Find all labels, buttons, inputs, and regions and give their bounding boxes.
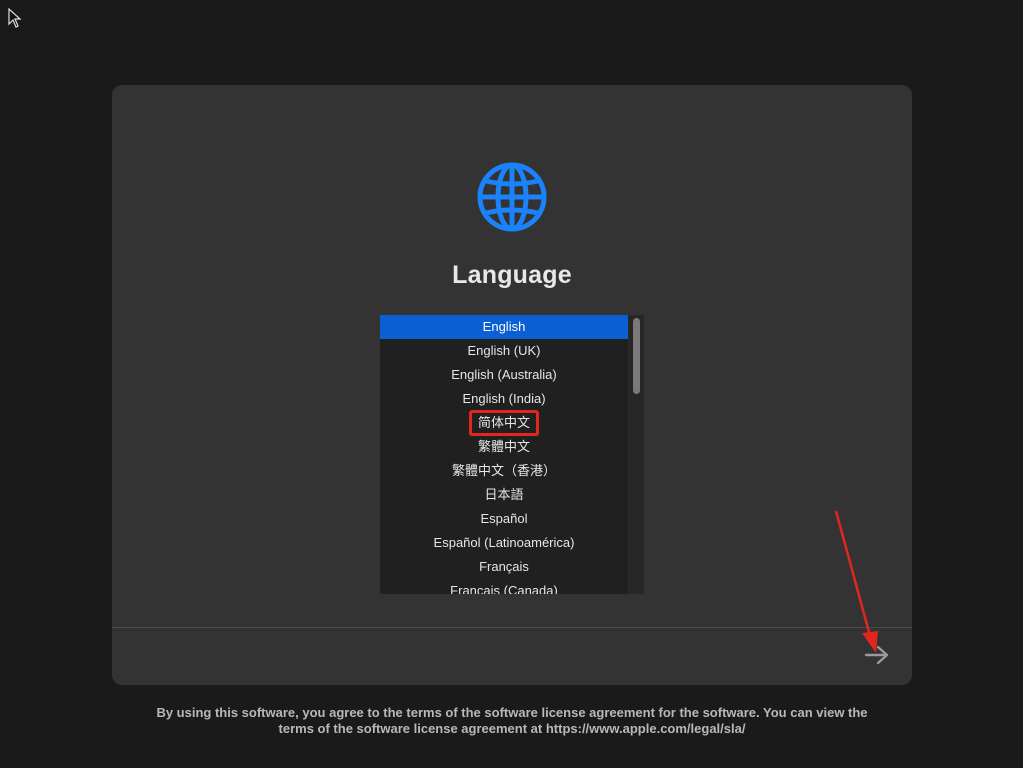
language-option[interactable]: 日本語 — [380, 483, 628, 507]
language-option[interactable]: English — [380, 315, 628, 339]
right-arrow-icon — [864, 645, 889, 665]
language-option[interactable]: English (India) — [380, 387, 628, 411]
mouse-pointer-icon — [8, 8, 22, 28]
language-option-label: English (UK) — [467, 343, 541, 358]
language-option-label: Español (Latinoamérica) — [433, 535, 575, 550]
language-option[interactable]: English (UK) — [380, 339, 628, 363]
language-option-label: Français (Canada) — [450, 583, 558, 594]
scrollbar-thumb[interactable] — [633, 318, 640, 394]
language-list[interactable]: English English (UK) English (Australia) En… — [380, 315, 629, 594]
divider — [112, 627, 912, 628]
language-option-label: English (Australia) — [451, 367, 557, 382]
language-option-label: Español — [480, 511, 528, 526]
language-option[interactable]: Español — [380, 507, 628, 531]
highlighted-language-label: 简体中文 — [468, 410, 539, 436]
language-option-label: English — [482, 319, 526, 334]
language-list-container: English English (UK) English (Australia) En… — [380, 315, 644, 594]
globe-icon — [477, 162, 547, 232]
page-title: Language — [452, 261, 572, 289]
scrollbar[interactable] — [629, 315, 644, 594]
language-option[interactable]: Français — [380, 555, 628, 579]
language-option[interactable]: 繁體中文 — [380, 435, 628, 459]
language-option[interactable]: English (Australia) — [380, 363, 628, 387]
language-panel: Language English English (UK) English (Aus… — [112, 85, 912, 685]
license-text-line-1: By using this software, you agree to the… — [156, 705, 868, 720]
language-option[interactable]: Español (Latinoamérica) — [380, 531, 628, 555]
language-option-label: 繁體中文（香港） — [451, 463, 556, 478]
language-option-label: 繁體中文 — [477, 439, 530, 454]
language-option-label: Français — [479, 559, 529, 574]
language-option[interactable]: 简体中文 — [380, 410, 628, 436]
license-text-line-2: terms of the software license agreement … — [278, 721, 746, 736]
language-option[interactable]: Français (Canada) — [380, 579, 628, 594]
setup-screen: Language English English (UK) English (Aus… — [0, 0, 1023, 768]
license-footer: By using this software, you agree to the… — [112, 705, 912, 737]
language-option-label: 日本語 — [484, 487, 524, 502]
language-option-label: English (India) — [462, 391, 546, 406]
next-button[interactable] — [860, 641, 894, 669]
language-option[interactable]: 繁體中文（香港） — [380, 459, 628, 483]
